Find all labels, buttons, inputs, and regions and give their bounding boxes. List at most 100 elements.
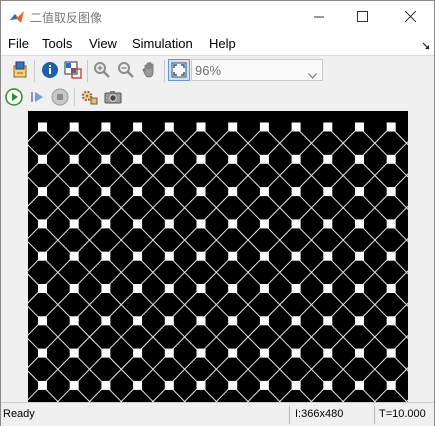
pan-icon — [141, 61, 159, 79]
pattern-square — [228, 348, 238, 358]
close-button[interactable] — [387, 1, 433, 32]
zoom-in-button[interactable] — [91, 59, 113, 81]
toolbar-separator — [164, 60, 165, 82]
pattern-square — [196, 187, 206, 197]
menu-view[interactable]: View — [89, 36, 117, 51]
pixel-region-button[interactable] — [62, 59, 84, 81]
lattice-line — [73, 126, 345, 402]
info-icon — [41, 61, 59, 79]
status-state: Ready — [3, 408, 35, 420]
pattern-square — [259, 187, 269, 197]
maximize-icon — [356, 11, 368, 22]
pattern-square — [196, 251, 206, 261]
pattern-square — [69, 284, 79, 293]
fit-to-window-button[interactable] — [168, 59, 190, 81]
pattern-square — [196, 284, 206, 293]
simulation-toolbar — [1, 85, 434, 109]
zoom-select[interactable]: 96% — [191, 59, 323, 81]
lattice-line — [88, 126, 360, 402]
title-bar: 二值取反图像 — [1, 1, 434, 32]
run-button[interactable] — [3, 86, 25, 108]
step-forward-button[interactable] — [26, 86, 48, 108]
status-divider — [374, 406, 375, 424]
menu-simulation[interactable]: Simulation — [132, 36, 193, 51]
open-block-button[interactable] — [9, 59, 31, 81]
pattern-square — [38, 316, 47, 326]
menu-file[interactable]: File — [8, 36, 29, 51]
pattern-square — [69, 316, 79, 326]
pattern-square — [164, 187, 174, 197]
pattern-square — [38, 219, 47, 229]
pattern-square — [69, 380, 79, 390]
pattern-square — [323, 380, 333, 390]
snapshot-button[interactable] — [102, 86, 124, 108]
pattern-square — [133, 187, 143, 197]
pattern-square — [291, 284, 301, 293]
pattern-square — [101, 316, 111, 326]
pattern-square — [355, 219, 364, 229]
minimize-button[interactable] — [296, 1, 342, 32]
pattern-square — [323, 316, 333, 326]
pattern-square — [133, 251, 143, 261]
pattern-square — [38, 187, 47, 197]
pattern-square — [133, 122, 143, 132]
lattice-line — [105, 126, 376, 402]
stop-button[interactable] — [49, 86, 71, 108]
pattern-square — [133, 316, 143, 326]
pattern-square — [38, 380, 47, 390]
lattice-line — [310, 302, 408, 402]
pattern-graphic — [28, 122, 408, 402]
pixel-region-icon — [64, 61, 82, 79]
pattern-square — [228, 316, 238, 326]
pattern-square — [386, 219, 396, 229]
pattern-square — [291, 122, 301, 132]
pattern-square — [164, 316, 174, 326]
binary-image[interactable] — [28, 111, 408, 402]
pattern-square — [164, 348, 174, 358]
pattern-square — [386, 122, 396, 132]
pattern-square — [228, 122, 238, 132]
close-icon — [404, 11, 416, 22]
pattern-square — [228, 187, 238, 197]
zoom-value: 96% — [195, 63, 222, 78]
maximize-button[interactable] — [339, 1, 385, 32]
pattern-square — [386, 251, 396, 261]
pattern-square — [323, 219, 333, 229]
pan-button[interactable] — [139, 59, 161, 81]
pattern-square — [101, 122, 111, 132]
sim-time: T=10.000 — [379, 408, 426, 420]
pattern-square — [101, 284, 111, 293]
menu-tools[interactable]: Tools — [42, 36, 72, 51]
pattern-square — [164, 122, 174, 132]
pattern-square — [164, 219, 174, 229]
pattern-square — [291, 251, 301, 261]
zoom-out-button[interactable] — [115, 59, 137, 81]
pattern-square — [133, 154, 143, 164]
settings-button[interactable] — [78, 86, 100, 108]
pattern-square — [133, 348, 143, 358]
viewer-window: 二值取反图像 File Tools View Simulation Help 9… — [0, 0, 435, 426]
pattern-square — [291, 380, 301, 390]
pattern-square — [69, 154, 79, 164]
zoom-out-icon — [117, 61, 135, 79]
pattern-square — [164, 251, 174, 261]
menu-help[interactable]: Help — [209, 36, 236, 51]
pattern-square — [355, 380, 364, 390]
pattern-square — [291, 187, 301, 197]
pattern-square — [164, 154, 174, 164]
toolbar-separator — [87, 60, 88, 82]
pattern-square — [323, 122, 333, 132]
step-forward-icon — [28, 88, 46, 106]
info-button[interactable] — [39, 59, 61, 81]
pattern-square — [101, 348, 111, 358]
pattern-square — [101, 219, 111, 229]
pattern-square — [196, 219, 206, 229]
fit-to-window-icon — [171, 62, 187, 78]
pattern-square — [38, 251, 47, 261]
pattern-square — [259, 316, 269, 326]
arrow-icon[interactable] — [422, 39, 430, 53]
pattern-square — [228, 154, 238, 164]
pattern-square — [323, 187, 333, 197]
pattern-square — [196, 122, 206, 132]
pattern-square — [164, 380, 174, 390]
